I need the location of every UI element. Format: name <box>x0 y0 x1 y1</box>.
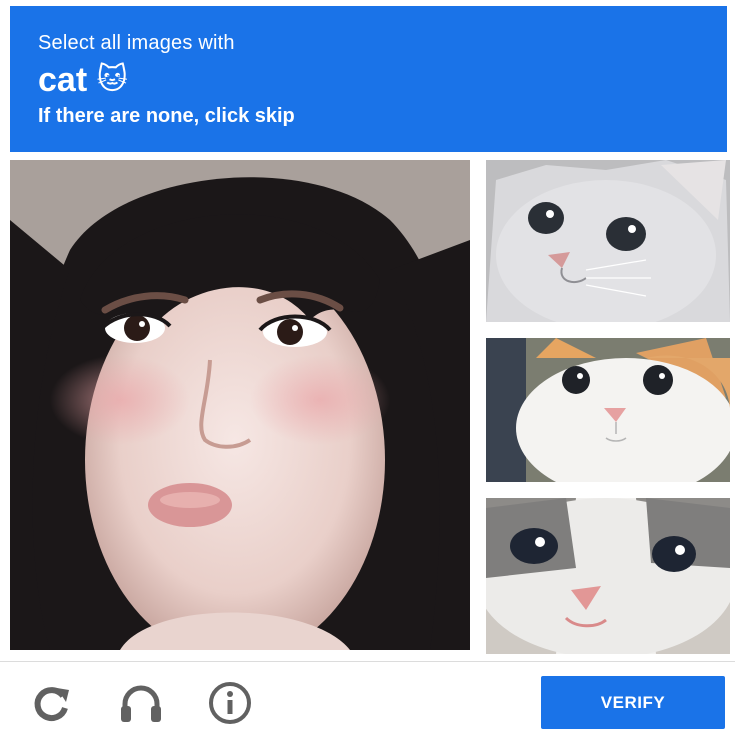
target-word: cat <box>38 61 88 99</box>
image-tile-grey-white-kitten[interactable] <box>486 498 730 654</box>
grey-cat-image <box>486 160 730 322</box>
woman-portrait-image <box>10 160 470 650</box>
footer-divider <box>0 661 735 662</box>
captcha-frame: Select all images with cat 🐱 If there ar… <box>0 0 735 735</box>
reload-icon[interactable] <box>29 680 75 726</box>
instruction-text: Select all images with <box>38 32 235 54</box>
grey-white-kitten-image <box>486 498 730 654</box>
target-line: cat 🐱 <box>38 61 727 99</box>
skip-hint-text: If there are none, click skip <box>38 105 295 127</box>
info-icon[interactable] <box>207 680 253 726</box>
verify-button[interactable]: VERIFY <box>541 676 725 729</box>
image-tile-woman-portrait[interactable] <box>10 160 470 650</box>
image-tile-grey-cat[interactable] <box>486 160 730 322</box>
cat-emoji-icon: 🐱 <box>96 63 128 96</box>
white-orange-cat-image <box>486 338 730 482</box>
headphones-icon[interactable] <box>118 680 164 726</box>
image-tile-white-orange-cat[interactable] <box>486 338 730 482</box>
captcha-header: Select all images with cat 🐱 If there ar… <box>10 6 727 152</box>
